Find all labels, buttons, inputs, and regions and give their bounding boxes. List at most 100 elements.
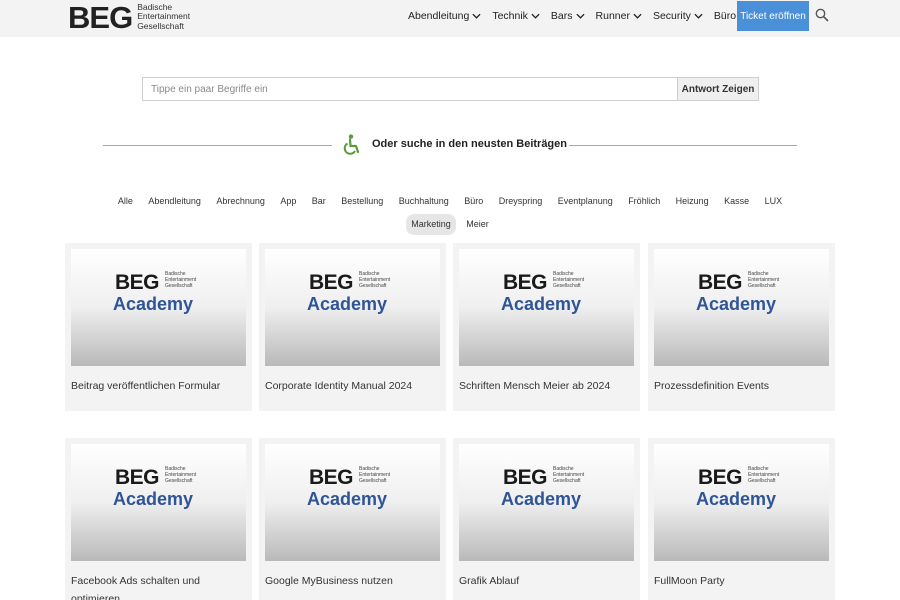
post-title[interactable]: Beitrag veröffentlichen Formular: [71, 377, 246, 395]
filter-buero[interactable]: Büro: [459, 191, 488, 212]
filter-app[interactable]: App: [275, 191, 301, 212]
filter-kasse[interactable]: Kasse: [719, 191, 754, 212]
site-logo[interactable]: BEG Badische Entertainment Gesellschaft: [68, 1, 190, 33]
nav-label: Runner: [595, 9, 630, 22]
post-thumbnail: BEG Badische Entertainment Gesellschaft Ac…: [459, 444, 634, 561]
thumbnail-sub-line: Gesellschaft: [553, 478, 581, 484]
filter-bestellung[interactable]: Bestellung: [336, 191, 388, 212]
search-icon[interactable]: [815, 8, 829, 22]
post-thumbnail: BEG Badische Entertainment Gesellschaft Ac…: [654, 444, 829, 561]
logo-sub-line: Gesellschaft: [137, 20, 184, 31]
thumbnail-subtitle: Badische Entertainment Gesellschaft: [359, 466, 390, 484]
post-thumbnail: BEG Badische Entertainment Gesellschaft Ac…: [71, 249, 246, 366]
post-card[interactable]: BEG Badische Entertainment Gesellschaft Ac…: [648, 243, 835, 411]
filter-dreyspring[interactable]: Dreyspring: [494, 191, 548, 212]
chevron-down-icon: [633, 13, 642, 19]
thumbnail-beg: BEG: [698, 271, 743, 294]
logo-subtitle: Badische Entertainment Gesellschaft: [137, 1, 191, 32]
nav-item-abendleitung[interactable]: Abendleitung: [408, 10, 481, 22]
thumbnail-academy: Academy: [307, 294, 388, 314]
thumbnail-beg: BEG: [115, 271, 160, 294]
filter-alle[interactable]: Alle: [113, 191, 138, 212]
post-card[interactable]: BEG Badische Entertainment Gesellschaft Ac…: [453, 243, 640, 411]
thumbnail-academy: Academy: [696, 294, 777, 314]
thumbnail-academy: Academy: [113, 489, 194, 509]
filter-abendleitung[interactable]: Abendleitung: [143, 191, 206, 212]
divider-line-left: [103, 145, 332, 146]
logo-mark: BEG: [68, 0, 133, 35]
thumbnail-beg: BEG: [309, 271, 354, 294]
post-card[interactable]: BEG Badische Entertainment Gesellschaft Ac…: [453, 438, 640, 600]
filter-lux[interactable]: LUX: [760, 191, 788, 212]
thumbnail-academy: Academy: [696, 489, 777, 509]
thumbnail-subtitle: Badische Entertainment Gesellschaft: [359, 271, 390, 289]
nav-item-technik[interactable]: Technik: [492, 10, 540, 22]
divider-line-right: [569, 145, 797, 146]
filter-heizung[interactable]: Heizung: [671, 191, 714, 212]
post-title[interactable]: Grafik Ablauf: [459, 572, 634, 590]
post-thumbnail: BEG Badische Entertainment Gesellschaft Ac…: [265, 249, 440, 366]
thumbnail-academy: Academy: [501, 489, 582, 509]
nav-item-runner[interactable]: Runner: [596, 10, 642, 22]
thumbnail-beg: BEG: [115, 466, 160, 489]
thumbnail-sub-line: Gesellschaft: [553, 283, 581, 289]
thumbnail-beg: BEG: [503, 271, 548, 294]
search-input[interactable]: [142, 77, 677, 101]
thumbnail-sub-line: Gesellschaft: [748, 478, 776, 484]
filter-buchhaltung[interactable]: Buchhaltung: [394, 191, 454, 212]
thumbnail-beg: BEG: [503, 466, 548, 489]
filter-marketing[interactable]: Marketing: [406, 214, 456, 235]
post-title[interactable]: Google MyBusiness nutzen: [265, 572, 440, 590]
nav-label: Technik: [492, 9, 528, 22]
wheelchair-icon: [343, 134, 360, 155]
site-header: BEG Badische Entertainment Gesellschaft …: [0, 0, 900, 37]
nav-label: Bars: [550, 9, 573, 22]
post-thumbnail: BEG Badische Entertainment Gesellschaft Ac…: [265, 444, 440, 561]
section-title: Oder suche in den neusten Beiträgen: [372, 138, 567, 150]
nav-item-bars[interactable]: Bars: [551, 10, 585, 22]
thumbnail-subtitle: Badische Entertainment Gesellschaft: [553, 466, 584, 484]
filter-eventplanung[interactable]: Eventplanung: [553, 191, 618, 212]
logo-sub-line: Entertainment: [137, 11, 191, 22]
thumbnail-subtitle: Badische Entertainment Gesellschaft: [165, 466, 196, 484]
chevron-down-icon: [472, 13, 481, 19]
thumbnail-academy: Academy: [307, 489, 388, 509]
nav-item-security[interactable]: Security: [653, 10, 703, 22]
chevron-down-icon: [694, 13, 703, 19]
post-title[interactable]: FullMoon Party: [654, 572, 829, 590]
post-card[interactable]: BEG Badische Entertainment Gesellschaft Ac…: [65, 438, 252, 600]
thumbnail-sub-line: Gesellschaft: [165, 478, 193, 484]
thumbnail-sub-line: Gesellschaft: [359, 478, 387, 484]
post-card[interactable]: BEG Badische Entertainment Gesellschaft Ac…: [259, 243, 446, 411]
nav-label: Büro: [713, 9, 737, 22]
thumbnail-academy: Academy: [113, 294, 194, 314]
post-title[interactable]: Facebook Ads schalten und optimieren: [71, 572, 246, 600]
filter-abrechnung[interactable]: Abrechnung: [211, 191, 270, 212]
thumbnail-subtitle: Badische Entertainment Gesellschaft: [748, 271, 779, 289]
post-thumbnail: BEG Badische Entertainment Gesellschaft Ac…: [71, 444, 246, 561]
post-title[interactable]: Corporate Identity Manual 2024: [265, 377, 440, 395]
thumbnail-beg: BEG: [698, 466, 743, 489]
logo-sub-line: Badische: [137, 1, 173, 12]
thumbnail-subtitle: Badische Entertainment Gesellschaft: [748, 466, 779, 484]
show-answer-button[interactable]: Antwort Zeigen: [677, 77, 759, 101]
post-card[interactable]: BEG Badische Entertainment Gesellschaft Ac…: [259, 438, 446, 600]
nav-label: Security: [652, 9, 691, 22]
open-ticket-button[interactable]: Ticket eröffnen: [737, 1, 809, 31]
thumbnail-subtitle: Badische Entertainment Gesellschaft: [553, 271, 584, 289]
filter-froehlich[interactable]: Fröhlich: [623, 191, 665, 212]
post-thumbnail: BEG Badische Entertainment Gesellschaft Ac…: [459, 249, 634, 366]
post-title[interactable]: Prozessdefinition Events: [654, 377, 829, 395]
filter-bar[interactable]: Bar: [307, 191, 331, 212]
post-card[interactable]: BEG Badische Entertainment Gesellschaft Ac…: [65, 243, 252, 411]
thumbnail-academy: Academy: [501, 294, 582, 314]
chevron-down-icon: [575, 13, 585, 19]
thumbnail-sub-line: Gesellschaft: [359, 283, 387, 289]
search-bar: Antwort Zeigen: [142, 77, 759, 101]
post-title[interactable]: Schriften Mensch Meier ab 2024: [459, 377, 634, 395]
thumbnail-beg: BEG: [309, 466, 354, 489]
post-card[interactable]: BEG Badische Entertainment Gesellschaft Ac…: [648, 438, 835, 600]
main-nav: Abendleitung Technik Bars Runner Securit…: [408, 0, 759, 31]
filter-meier[interactable]: Meier: [461, 214, 494, 235]
thumbnail-subtitle: Badische Entertainment Gesellschaft: [165, 271, 196, 289]
